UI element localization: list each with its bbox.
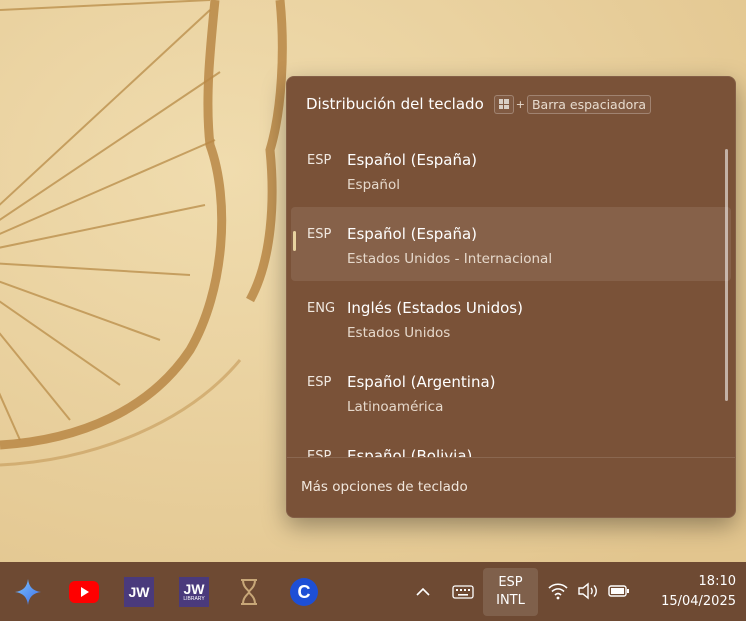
spacebar-keycap: Barra espaciadora — [526, 94, 652, 114]
layout-code: ENG — [307, 301, 336, 316]
list-scrollbar[interactable] — [725, 149, 728, 401]
layout-keyboard: Estados Unidos - Internacional — [347, 251, 553, 267]
layout-language: Inglés (Estados Unidos) — [347, 299, 523, 317]
layout-language: Español (España) — [347, 151, 478, 169]
flyout-header: Distribución del teclado + Barra espacia… — [306, 93, 725, 115]
battery-icon — [608, 585, 629, 597]
layout-item-es-ar[interactable]: ESP Español (Argentina) Latinoamérica — [291, 355, 731, 429]
lang-layout: INTL — [496, 593, 525, 608]
jw-library-sign-icon: JW LIBRARY — [179, 577, 209, 607]
flyout-title: Distribución del teclado — [306, 95, 484, 113]
taskbar: JW JW LIBRARY C ESP INTL 18:10 15/04/202… — [0, 562, 746, 621]
layout-language: Español (Bolivia) — [347, 447, 473, 457]
wifi-button[interactable] — [545, 578, 571, 604]
layout-item-en-us[interactable]: ENG Inglés (Estados Unidos) Estados Unid… — [291, 281, 731, 355]
shortcut-plus: + — [515, 97, 525, 111]
wifi-icon — [548, 583, 568, 600]
touch-keyboard-button[interactable] — [449, 580, 477, 604]
ccleaner-icon: C — [290, 578, 318, 606]
hourglass-icon — [241, 579, 257, 605]
battery-button[interactable] — [605, 578, 633, 604]
clock[interactable]: 18:10 15/04/2025 — [636, 572, 736, 612]
layout-code: ESP — [307, 153, 332, 168]
volume-button[interactable] — [575, 578, 601, 604]
more-keyboard-options-link[interactable]: Más opciones de teclado — [301, 479, 468, 495]
flyout-divider — [287, 457, 735, 458]
layout-list[interactable]: ESP Español (España) Español ESP Español… — [291, 133, 731, 457]
input-language-indicator[interactable]: ESP INTL — [483, 568, 538, 616]
ccleaner-button[interactable]: C — [288, 576, 320, 608]
jw-library-button[interactable]: JW — [123, 576, 155, 608]
jw-library-icon: JW — [124, 577, 154, 607]
keyboard-layout-flyout: Distribución del teclado + Barra espacia… — [286, 76, 736, 518]
layout-language: Español (Argentina) — [347, 373, 496, 391]
lang-code: ESP — [498, 575, 523, 590]
clock-date: 15/04/2025 — [661, 594, 736, 609]
chevron-up-icon — [416, 587, 430, 596]
youtube-icon — [69, 581, 99, 603]
layout-code: ESP — [307, 227, 332, 242]
selection-indicator — [293, 231, 296, 251]
layout-keyboard: Latinoamérica — [347, 399, 444, 415]
speaker-icon — [578, 582, 597, 600]
windows-key-icon — [493, 94, 514, 114]
layout-item-es-bo[interactable]: ESP Español (Bolivia) — [291, 429, 731, 457]
layout-item-es-es[interactable]: ESP Español (España) Español — [291, 133, 731, 207]
hourglass-app-button[interactable] — [233, 576, 265, 608]
layout-code: ESP — [307, 375, 332, 390]
keyboard-icon — [452, 585, 474, 599]
shortcut-hint: + Barra espaciadora — [493, 94, 652, 114]
jw-library-sign-button[interactable]: JW LIBRARY — [178, 576, 210, 608]
copilot-icon — [15, 579, 41, 605]
layout-item-es-intl[interactable]: ESP Español (España) Estados Unidos - In… — [291, 207, 731, 281]
layout-keyboard: Español — [347, 177, 400, 193]
layout-code: ESP — [307, 449, 332, 457]
layout-language: Español (España) — [347, 225, 478, 243]
show-hidden-icons-button[interactable] — [410, 580, 436, 604]
youtube-button[interactable] — [68, 576, 100, 608]
layout-keyboard: Estados Unidos — [347, 325, 451, 341]
clock-time: 18:10 — [698, 574, 736, 589]
copilot-button[interactable] — [12, 576, 44, 608]
